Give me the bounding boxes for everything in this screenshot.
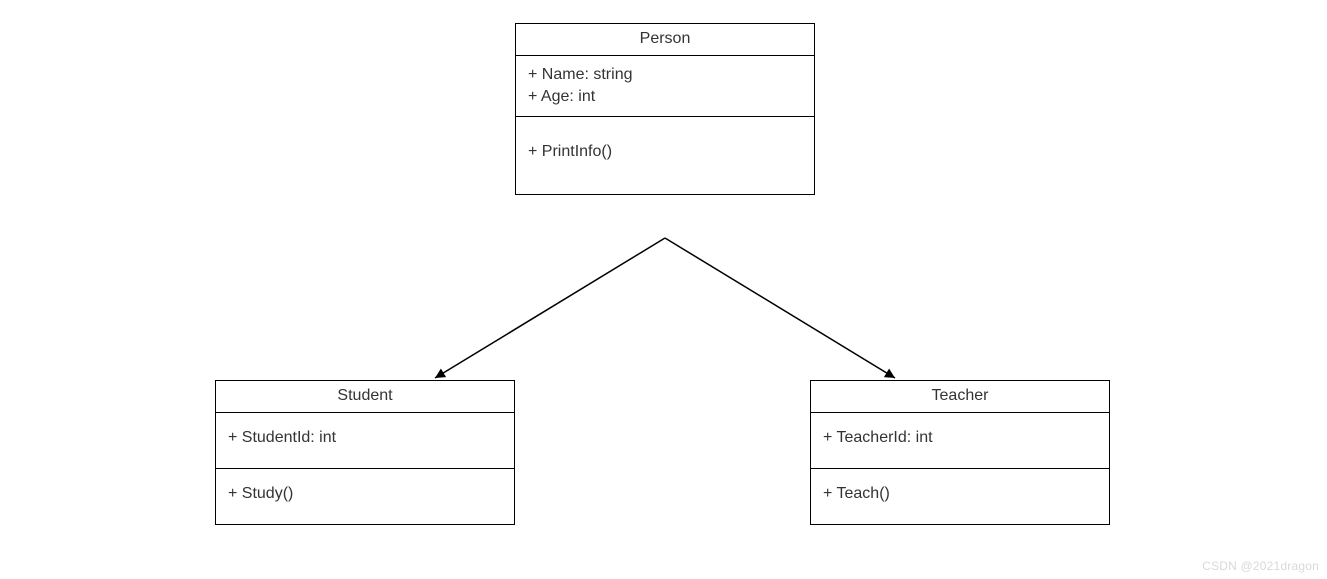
- class-box-teacher: Teacher + TeacherId: int + Teach(): [810, 380, 1110, 525]
- class-box-student: Student + StudentId: int + Study(): [215, 380, 515, 525]
- class-attribute: + StudentId: int: [228, 427, 502, 449]
- class-title: Teacher: [811, 381, 1109, 412]
- class-title: Student: [216, 381, 514, 412]
- edge-person-to-teacher: [665, 238, 895, 378]
- class-operations: + Study(): [216, 468, 514, 524]
- class-attributes: + StudentId: int: [216, 412, 514, 468]
- class-title: Person: [516, 24, 814, 55]
- class-operations: + PrintInfo(): [516, 116, 814, 194]
- class-attribute: + Name: string: [528, 64, 802, 86]
- class-operation: + PrintInfo(): [528, 141, 802, 163]
- class-operation: + Teach(): [823, 483, 1097, 505]
- class-box-person: Person + Name: string + Age: int + Print…: [515, 23, 815, 195]
- class-attribute: + TeacherId: int: [823, 427, 1097, 449]
- class-attributes: + Name: string + Age: int: [516, 55, 814, 116]
- uml-diagram: Person + Name: string + Age: int + Print…: [0, 0, 1327, 579]
- class-operations: + Teach(): [811, 468, 1109, 524]
- watermark-text: CSDN @2021dragon: [1202, 559, 1319, 573]
- class-operation: + Study(): [228, 483, 502, 505]
- class-attributes: + TeacherId: int: [811, 412, 1109, 468]
- class-attribute: + Age: int: [528, 86, 802, 108]
- edge-person-to-student: [435, 238, 665, 378]
